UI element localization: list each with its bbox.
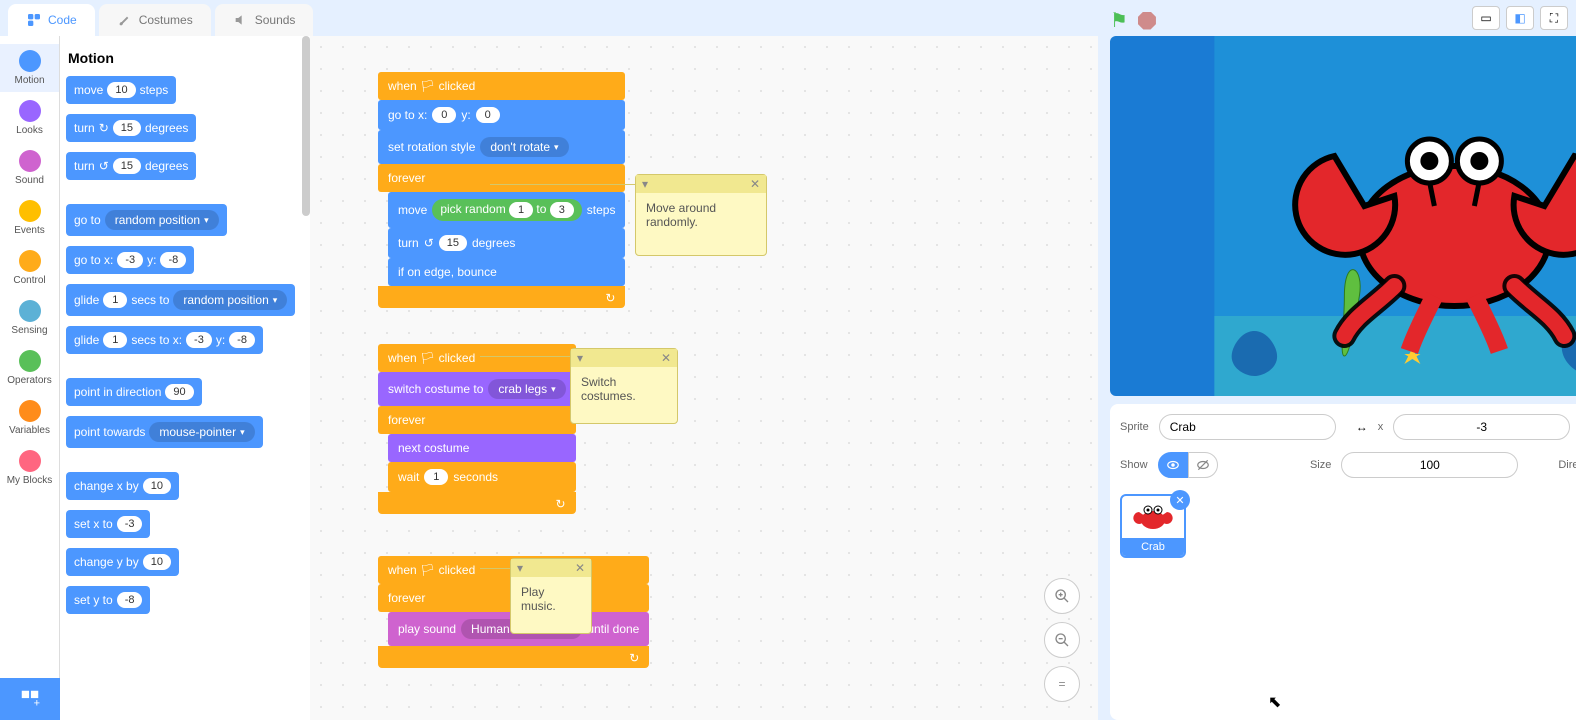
- block-turn-ccw[interactable]: turn↺15degrees: [66, 152, 196, 180]
- comment-close-icon[interactable]: ✕: [575, 561, 585, 575]
- block-goto[interactable]: go torandom position: [66, 204, 227, 236]
- tab-sounds[interactable]: Sounds: [215, 4, 314, 36]
- block-glide[interactable]: glide1secs torandom position: [66, 284, 295, 316]
- script-1[interactable]: when 🏳 clicked go to x:0y:0 set rotation…: [378, 72, 625, 308]
- comment-collapse-icon[interactable]: ▾: [642, 177, 648, 191]
- stage-canvas: [1110, 36, 1576, 396]
- block-move-steps[interactable]: movepick random 1 to 3steps: [388, 192, 625, 228]
- block-if-on-edge-bounce[interactable]: if on edge, bounce: [388, 258, 625, 286]
- delete-sprite-button[interactable]: ✕: [1170, 490, 1190, 510]
- sound-icon: [233, 12, 249, 28]
- hide-sprite-button[interactable]: [1188, 452, 1218, 478]
- block-change-y[interactable]: change y by10: [66, 548, 179, 576]
- stop-button[interactable]: [1138, 12, 1156, 30]
- sprite-x-input[interactable]: [1393, 414, 1570, 440]
- comment-close-icon[interactable]: ✕: [750, 177, 760, 191]
- tab-costumes-label: Costumes: [139, 13, 193, 27]
- comment-close-icon[interactable]: ✕: [661, 351, 671, 365]
- comment-connector: [490, 184, 635, 185]
- block-glide-xy[interactable]: glide1secs to x:-3y:-8: [66, 326, 263, 354]
- zoom-reset-button[interactable]: =: [1044, 666, 1080, 702]
- zoom-in-button[interactable]: [1044, 578, 1080, 614]
- tab-code-label: Code: [48, 13, 77, 27]
- add-extension-button[interactable]: +: [0, 678, 60, 720]
- hat-when-flag-clicked[interactable]: when 🏳 clicked: [378, 344, 576, 372]
- sprite-size-input[interactable]: [1341, 452, 1518, 478]
- stage-view[interactable]: [1110, 36, 1576, 396]
- eye-off-icon: [1196, 458, 1210, 472]
- comment-connector: [480, 568, 510, 569]
- category-myblocks[interactable]: My Blocks: [0, 444, 59, 492]
- block-forever[interactable]: forever: [378, 164, 625, 192]
- block-palette: Motion move10steps turn↻15degrees turn↺1…: [60, 36, 310, 720]
- tab-costumes[interactable]: Costumes: [99, 4, 211, 36]
- stage-large-button[interactable]: ◧: [1506, 6, 1534, 30]
- block-point-direction[interactable]: point in direction90: [66, 378, 202, 406]
- category-motion[interactable]: Motion: [0, 44, 59, 92]
- zoom-out-button[interactable]: [1044, 622, 1080, 658]
- xy-icon: ↔: [1356, 420, 1368, 434]
- block-next-costume[interactable]: next costume: [388, 434, 576, 462]
- op-pick-random[interactable]: pick random 1 to 3: [432, 199, 581, 221]
- eye-icon: [1166, 458, 1180, 472]
- block-goto-xy[interactable]: go to x:0y:0: [378, 100, 625, 130]
- category-list: Motion Looks Sound Events Control Sensin…: [0, 36, 60, 720]
- forever-end: [378, 646, 649, 668]
- block-change-x[interactable]: change x by10: [66, 472, 179, 500]
- hat-when-flag-clicked[interactable]: when 🏳 clicked: [378, 72, 625, 100]
- block-point-towards[interactable]: point towardsmouse-pointer: [66, 416, 263, 448]
- block-set-rotation-style[interactable]: set rotation styledon't rotate: [378, 130, 625, 164]
- category-operators[interactable]: Operators: [0, 344, 59, 392]
- block-set-y[interactable]: set y to-8: [66, 586, 150, 614]
- category-looks[interactable]: Looks: [0, 94, 59, 142]
- comment-2[interactable]: ▾✕ Switch costumes.: [570, 348, 678, 424]
- fullscreen-button[interactable]: ⛶: [1540, 6, 1568, 30]
- sprite-thumb-icon: [1133, 500, 1173, 534]
- block-switch-costume[interactable]: switch costume tocrab legs: [378, 372, 576, 406]
- code-icon: [26, 12, 42, 28]
- block-forever[interactable]: forever: [378, 406, 576, 434]
- comment-1[interactable]: ▾✕ Move around randomly.: [635, 174, 767, 256]
- comment-collapse-icon[interactable]: ▾: [577, 351, 583, 365]
- stage-small-button[interactable]: ▭: [1472, 6, 1500, 30]
- rotate-cw-icon: ↻: [99, 121, 109, 135]
- sprite-name-label: Sprite: [1120, 421, 1149, 433]
- block-set-x[interactable]: set x to-3: [66, 510, 150, 538]
- sprite-card-crab[interactable]: ✕ Crab: [1120, 494, 1186, 558]
- category-sensing[interactable]: Sensing: [0, 294, 59, 342]
- comment-connector: [480, 356, 570, 357]
- show-sprite-button[interactable]: [1158, 452, 1188, 478]
- comment-collapse-icon[interactable]: ▾: [517, 561, 523, 575]
- green-flag-button[interactable]: ⚑: [1110, 8, 1128, 33]
- extension-icon: +: [19, 688, 41, 710]
- palette-heading: Motion: [68, 50, 304, 66]
- block-move-steps[interactable]: move10steps: [66, 76, 176, 104]
- palette-scrollbar[interactable]: [302, 36, 310, 216]
- block-turn-ccw[interactable]: turn↺15degrees: [388, 228, 625, 258]
- script-workspace[interactable]: when 🏳 clicked go to x:0y:0 set rotation…: [310, 36, 1104, 720]
- brush-icon: [117, 12, 133, 28]
- svg-text:+: +: [33, 697, 39, 709]
- tab-code[interactable]: Code: [8, 4, 95, 36]
- category-variables[interactable]: Variables: [0, 394, 59, 442]
- forever-end: [378, 492, 576, 514]
- block-turn-cw[interactable]: turn↻15degrees: [66, 114, 196, 142]
- forever-end: [378, 286, 625, 308]
- category-events[interactable]: Events: [0, 194, 59, 242]
- script-2[interactable]: when 🏳 clicked switch costume tocrab leg…: [378, 344, 576, 514]
- block-wait[interactable]: wait1seconds: [388, 462, 576, 492]
- zoom-out-icon: [1054, 632, 1070, 648]
- sprite-name-input[interactable]: [1159, 414, 1336, 440]
- rotate-ccw-icon: ↺: [99, 159, 109, 173]
- rotate-ccw-icon: ↺: [424, 236, 434, 250]
- block-goto-xy[interactable]: go to x:-3y:-8: [66, 246, 194, 274]
- tab-sounds-label: Sounds: [255, 13, 296, 27]
- zoom-in-icon: [1054, 588, 1070, 604]
- category-sound[interactable]: Sound: [0, 144, 59, 192]
- sprite-info-panel: Sprite ↔ x ↕ y Show: [1110, 404, 1576, 720]
- category-control[interactable]: Control: [0, 244, 59, 292]
- comment-3[interactable]: ▾✕ Play music.: [510, 558, 592, 634]
